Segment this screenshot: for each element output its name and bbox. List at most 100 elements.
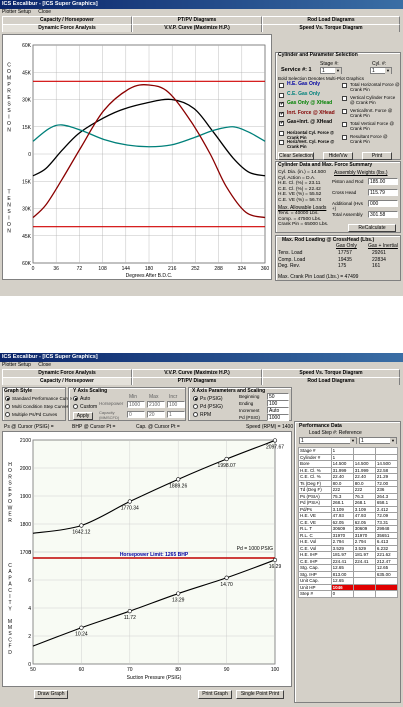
tab-vvp-curve-2[interactable]: V.V.P. Curve (Maximize H.P.) xyxy=(132,369,262,377)
y-scale-input[interactable]: 0 xyxy=(127,411,145,418)
single-point-print-button[interactable]: Single Point Print xyxy=(236,690,284,699)
tab-speed-torque-2[interactable]: Speed Vs. Torque Diagram xyxy=(262,369,400,377)
tab-pt-pv-diagrams[interactable]: PT/PV Diagrams xyxy=(132,16,262,24)
speed-readout: Speed (RPM) = 1400 xyxy=(246,424,294,430)
max-alloc-item: Crank Pin = 65000 Lbs. xyxy=(278,222,329,227)
perf-cell xyxy=(352,590,376,598)
x-tick-label-2: 80 xyxy=(175,667,181,673)
x-axis-radio[interactable] xyxy=(193,396,198,401)
menu-close-2[interactable]: Close xyxy=(38,362,51,368)
tab-capacity-horsepower[interactable]: Capacity / Horsepower xyxy=(2,16,132,24)
checkbox-left[interactable] xyxy=(279,101,284,108)
cap-point xyxy=(127,609,132,614)
checkbox-left[interactable] xyxy=(279,83,284,88)
reference-select[interactable]: 1 xyxy=(359,437,397,444)
perf-cell: 0 xyxy=(330,590,354,598)
checkbox-right[interactable] xyxy=(342,109,347,114)
y-scale-input[interactable]: 2100 xyxy=(147,401,165,408)
stage-select[interactable]: 1 xyxy=(320,67,342,74)
rod-row-gas-inertial: 22834 xyxy=(372,256,386,263)
graph-style-radio[interactable] xyxy=(5,404,10,409)
x-tick-label: 216 xyxy=(168,266,177,272)
load-step-select[interactable]: 1 xyxy=(299,437,357,444)
rod-row-gas-inertial: 161 xyxy=(372,263,381,269)
y-axis-label-capacity: D xyxy=(8,650,12,656)
x-axis-label: RPM xyxy=(200,411,212,418)
menu-close[interactable]: Close xyxy=(38,9,51,15)
tab-capacity-horsepower-2[interactable]: Capacity / Horsepower xyxy=(2,377,132,385)
y-axis-label-capacity: Y xyxy=(8,606,12,612)
y-scale-input[interactable]: 20 xyxy=(147,411,165,418)
y-scale-radio[interactable] xyxy=(73,396,78,401)
tab-dynamic-force-analysis[interactable]: Dynamic Force Analysis xyxy=(2,24,132,32)
checkbox-left[interactable] xyxy=(279,140,284,145)
force-chart-svg: 0 36 72 108 144 180 216 252 288 324 360 60K 45K 30K 15… xyxy=(7,43,269,279)
clear-selection-button[interactable]: Clear Selection xyxy=(278,152,314,160)
recalculate-button[interactable]: ReCalculate xyxy=(348,224,396,232)
x-axis-radio[interactable] xyxy=(193,404,198,409)
x-field-input[interactable]: Auto xyxy=(267,407,289,414)
tab-rod-load-2[interactable]: Rod Load Diagrams xyxy=(262,377,400,385)
cap-point xyxy=(176,591,181,596)
y-scale-input[interactable]: 100 xyxy=(167,401,185,408)
hide-view-button[interactable]: Hide/Vw xyxy=(323,152,353,160)
bhp-cursor-readout: BHP @ Cursor Pt = xyxy=(72,424,116,430)
checkbox-right[interactable] xyxy=(342,83,347,88)
y-axis-scaling-group: Y Axis Scaling Auto Custom Apply Min Max … xyxy=(68,387,186,421)
x-field-input[interactable]: 50 xyxy=(267,393,289,400)
window-title-2: ICS Excalibur - [ICS Super Graphics] xyxy=(0,353,403,362)
x-field-input[interactable]: 1000 xyxy=(267,414,289,421)
weight-input[interactable]: 185.00 xyxy=(368,178,398,185)
print-graph-button[interactable]: Print Graph xyxy=(198,690,232,699)
x-tick-label-2: 100 xyxy=(271,667,280,673)
print-button[interactable]: Print xyxy=(362,152,392,160)
tab-rod-load-diagrams[interactable]: Rod Load Diagrams xyxy=(262,16,400,24)
x-field-label: Increment xyxy=(239,407,260,413)
y-scale-input[interactable]: 1000 xyxy=(127,401,145,408)
checkbox-left[interactable] xyxy=(279,120,284,127)
x-tick-label: 108 xyxy=(98,266,107,272)
x-axis-radio[interactable] xyxy=(193,412,198,417)
cyl-param-selection: Cylinder and Parameter Selection Stage #… xyxy=(275,52,401,160)
checkbox-right[interactable] xyxy=(342,122,347,127)
checkbox-left[interactable] xyxy=(279,92,284,98)
apply-button[interactable]: Apply xyxy=(73,412,93,420)
y-axis-label-horsepower: W xyxy=(8,505,13,511)
draw-graph-button[interactable]: Draw Graph xyxy=(34,690,68,699)
graph-style-radio[interactable] xyxy=(5,412,10,417)
capacity-hp-chart-svg: 50 60 70 80 90 100210020001900180017008642016… xyxy=(8,426,285,681)
graph-style-radio[interactable] xyxy=(5,396,10,401)
crank-pin-load: Max. Crank Pin Load (Lbs.) = 47499 xyxy=(278,274,359,280)
menu-plotter-setup-2[interactable]: Plotter Setup xyxy=(2,362,31,368)
tab-pt-pv-2[interactable]: PT/PV Diagrams xyxy=(132,377,262,385)
ps-cursor-readout: Ps @ Cursor (PSIG) = xyxy=(4,424,54,430)
weight-label: Cross Head xyxy=(332,190,357,195)
cyl-select[interactable]: 1 xyxy=(370,67,392,74)
checkbox-left[interactable] xyxy=(279,111,284,118)
weight-input[interactable]: 301.58 xyxy=(368,211,398,218)
tab-vvp-curve[interactable]: V.V.P. Curve (Maximize H.P.) xyxy=(132,24,262,32)
checkbox-left[interactable] xyxy=(279,130,284,136)
window-dynamic-force: ICS Excalibur - [ICS Super Graphics] Plo… xyxy=(0,0,403,296)
checkbox-right[interactable] xyxy=(342,96,347,101)
tab-speed-torque[interactable]: Speed Vs. Torque Diagram xyxy=(262,24,400,32)
y-axis-label-tension: S xyxy=(7,209,11,215)
menu-plotter-setup[interactable]: Plotter Setup xyxy=(2,9,31,15)
y-tick-label: 30K xyxy=(22,98,32,104)
perf-cell: Step # xyxy=(298,590,332,598)
weight-input[interactable]: 115.79 xyxy=(368,189,398,196)
y-scale-label: Custom xyxy=(80,403,98,410)
weight-label: Piston and Rod xyxy=(332,179,364,184)
x-field-input[interactable]: 100 xyxy=(267,400,289,407)
weight-input[interactable]: 000 xyxy=(368,200,398,207)
rod-col-gas-inertial: Gas + Inertial xyxy=(368,243,398,249)
y-scale-radio[interactable] xyxy=(73,404,78,409)
performance-data-group: Performance Data Load Step #: Reference … xyxy=(294,421,401,703)
x-axis-scaling-group: X Axis Parameters and Scaling Ps (PSIG) P… xyxy=(188,387,292,421)
y-col-max: Max xyxy=(149,394,159,400)
y-axis-label-tension: I xyxy=(8,216,9,222)
tab-dynamic-force-2[interactable]: Dynamic Force Analysis xyxy=(2,369,132,377)
checkbox-right[interactable] xyxy=(342,135,347,140)
hp-point-label: 1889.26 xyxy=(169,483,187,489)
y-scale-input[interactable]: 1 xyxy=(167,411,185,418)
